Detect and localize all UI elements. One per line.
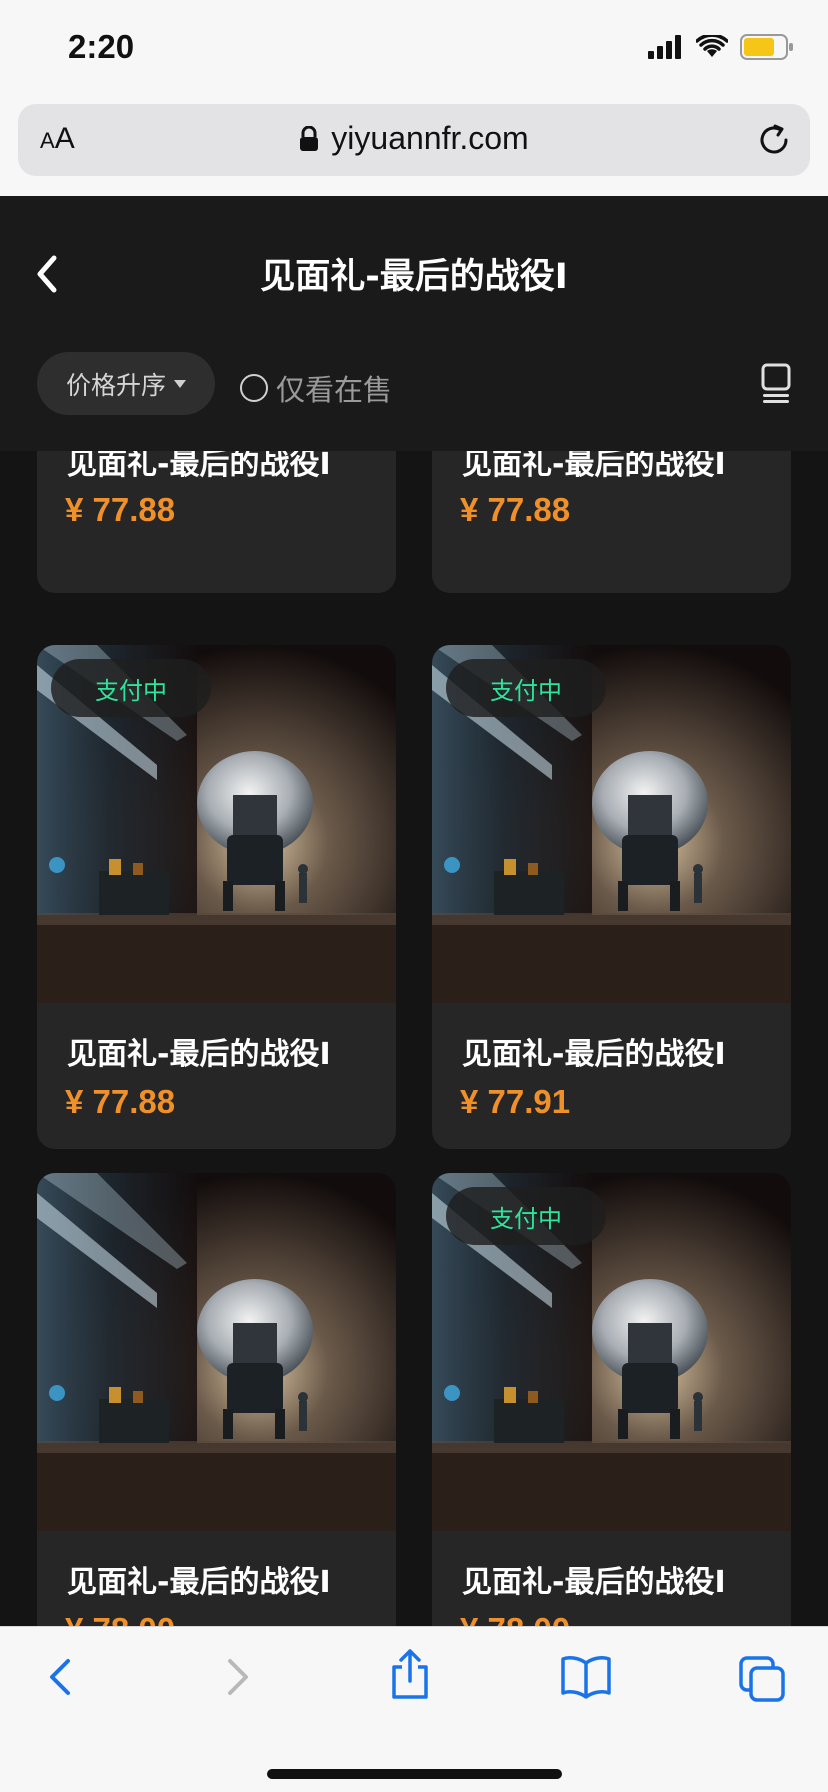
product-name: 见面礼-最后的战役I [462,1565,726,1600]
product-name: 见面礼-最后的战役I [462,1037,726,1072]
product-name: 见面礼-最后的战役I [67,1037,331,1072]
product-card[interactable]: 见面礼-最后的战役I ¥ 77.88 [432,451,791,593]
tabs-icon[interactable] [738,1655,786,1703]
page-title: 见面礼-最后的战役I [260,257,568,297]
product-image [37,1173,396,1531]
browser-back-icon[interactable] [42,1655,78,1699]
browser-toolbar [0,1626,828,1792]
product-price: ¥ 78.00 [460,1611,570,1626]
filter-bar: 价格升序 仅看在售 [0,351,828,451]
view-mode-icon[interactable] [760,363,792,405]
product-card[interactable]: 支付中 见面礼-最后的战役I ¥ 77.88 [37,645,396,1149]
share-icon[interactable] [388,1649,432,1701]
status-badge: 支付中 [446,659,606,717]
reload-icon[interactable] [756,122,792,158]
bookmarks-icon[interactable] [560,1655,612,1699]
product-price: ¥ 77.88 [460,491,571,528]
home-indicator [267,1769,562,1779]
cellular-signal-icon [648,35,681,59]
page-header: 见面礼-最后的战役I [0,196,828,351]
product-name: 见面礼-最后的战役I [67,1565,331,1600]
status-bar: 2:20 [0,0,828,100]
product-price: ¥ 77.91 [460,1083,571,1120]
lock-icon [300,125,319,151]
browser-top-bar: 2:20 AA yiyuannfr.com [0,0,828,196]
wifi-icon [696,35,728,57]
on-sale-label: 仅看在售 [276,373,393,407]
status-badge: 支付中 [446,1187,606,1245]
battery-icon [740,34,793,60]
caret-down-icon [174,379,186,388]
radio-icon[interactable] [240,374,268,402]
product-name: 见面礼-最后的战役I [67,451,331,482]
product-card[interactable]: 见面礼-最后的战役I ¥ 78.00 [37,1173,396,1626]
product-price: ¥ 77.88 [65,491,176,528]
url-display[interactable]: yiyuannfr.com [18,120,810,157]
status-time: 2:20 [68,28,135,65]
product-price: ¥ 78.00 [65,1611,175,1626]
product-grid: 见面礼-最后的战役I ¥ 77.88 见面礼-最后的战役I ¥ 77.88 支付… [0,451,828,1626]
product-name: 见面礼-最后的战役I [462,451,726,482]
product-price: ¥ 77.88 [65,1083,176,1120]
url-text: yiyuannfr.com [331,120,529,156]
on-sale-toggle[interactable]: 仅看在售 [240,367,392,409]
sort-label: 价格升序 [65,370,166,400]
status-badge: 支付中 [51,659,211,717]
address-bar[interactable]: AA yiyuannfr.com [18,104,810,176]
product-card[interactable]: 见面礼-最后的战役I ¥ 77.88 [37,451,396,593]
browser-forward-icon[interactable] [220,1655,256,1699]
status-icons [648,34,794,60]
product-card[interactable]: 支付中 见面礼-最后的战役I ¥ 78.00 [432,1173,791,1626]
product-card[interactable]: 支付中 见面礼-最后的战役I ¥ 77.91 [432,645,791,1149]
sort-dropdown[interactable]: 价格升序 [37,352,215,415]
